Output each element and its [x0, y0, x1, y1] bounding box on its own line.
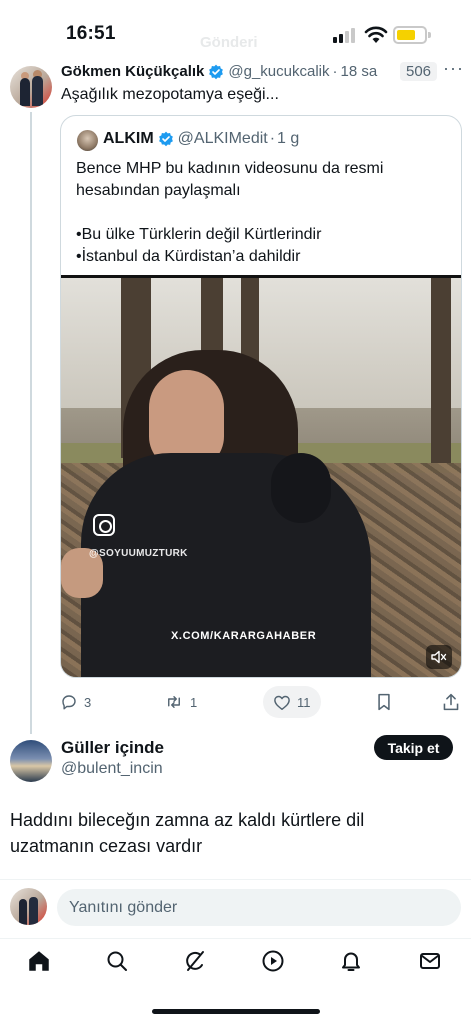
like-count: 11 — [297, 694, 311, 710]
tweet-actions: 3 1 11 — [60, 686, 465, 718]
signal-icon — [333, 27, 357, 43]
home-icon — [29, 951, 49, 971]
reply-text: Haddını bileceğın zamna az kaldı kürtler… — [10, 810, 365, 856]
wifi-icon — [364, 26, 388, 43]
reply-author-handle[interactable]: @bulent_incin — [61, 760, 163, 778]
notifications-icon — [342, 952, 360, 971]
quoted-tweet-header: ALKIM @ALKIMedit · 1 g — [103, 130, 299, 148]
messages-icon — [420, 953, 440, 969]
repost-count: 1 — [190, 694, 198, 710]
video-icon — [262, 950, 284, 972]
reply-compose-input[interactable] — [57, 889, 461, 926]
separator-dot: · — [332, 63, 338, 80]
video-watermark: @SOYUUMUZTURK — [89, 548, 188, 559]
battery-icon — [393, 26, 427, 44]
video-watermark: X.COM/KARARGAHABER — [171, 630, 317, 642]
repost-icon — [168, 696, 180, 708]
quoted-author-name: ALKIM — [103, 130, 154, 147]
instagram-icon — [93, 514, 115, 536]
like-icon — [274, 695, 290, 710]
nav-notifications[interactable] — [337, 947, 365, 975]
verified-badge-icon — [158, 131, 173, 147]
quoted-tweet-text: Bence MHP bu kadının videosunu da resmi … — [76, 158, 451, 268]
divider — [0, 879, 471, 880]
reply-icon — [62, 695, 76, 710]
verified-badge-icon — [209, 64, 224, 79]
grok-icon — [186, 951, 204, 971]
tweet-time: 18 sa — [340, 63, 378, 80]
nav-grok[interactable] — [181, 947, 209, 975]
faded-page-title: Gönderi — [200, 34, 258, 51]
bookmark-button[interactable] — [376, 686, 392, 718]
status-bar: 16:51 Gönderi — [0, 0, 471, 56]
status-time: 16:51 — [66, 23, 116, 44]
avatar[interactable] — [10, 740, 52, 782]
search-icon — [107, 951, 127, 971]
nav-video[interactable] — [259, 947, 287, 975]
nav-messages[interactable] — [416, 947, 444, 975]
reply-author-name[interactable]: Güller içinde — [61, 738, 164, 758]
quoted-text-bullet: •Bu ülke Türklerin değil Kürtlerindir — [76, 226, 322, 243]
bottom-nav — [0, 943, 471, 983]
like-button[interactable]: 11 — [263, 686, 321, 718]
follow-button[interactable]: Takip et — [374, 735, 453, 760]
separator-dot: · — [269, 130, 276, 147]
quoted-avatar — [77, 130, 98, 151]
avatar[interactable] — [10, 66, 52, 108]
quoted-tweet-time: 1 g — [277, 130, 300, 147]
author-name[interactable]: Gökmen Küçükçalık — [61, 63, 204, 80]
author-handle[interactable]: @g_kucukcalik — [228, 63, 329, 80]
home-indicator — [152, 1009, 320, 1014]
bookmark-icon — [378, 693, 390, 711]
tweet-header: Gökmen Küçükçalık @g_kucukcalik · 18 sa — [61, 63, 377, 80]
reply-button[interactable]: 3 — [60, 686, 91, 718]
quoted-text-bullet: •İstanbul da Kürdistan’a dahildir — [76, 248, 301, 265]
video-player[interactable]: @SOYUUMUZTURK X.COM/KARARGAHABER — [61, 275, 461, 677]
share-button[interactable] — [442, 686, 460, 718]
speaker-muted-icon — [431, 650, 447, 664]
nav-home[interactable] — [25, 947, 53, 975]
nav-search[interactable] — [103, 947, 131, 975]
reply-count: 3 — [84, 694, 92, 710]
repost-button[interactable]: 1 — [164, 686, 197, 718]
quoted-text-line: Bence MHP bu kadının videosunu da resmi … — [76, 160, 384, 199]
quoted-author-handle: @ALKIMedit — [177, 130, 268, 147]
tweet-text: Aşağılık mezopotamya eşeği... — [61, 86, 279, 103]
more-options-icon[interactable]: ··· — [443, 58, 464, 79]
thread-line — [30, 112, 32, 734]
avatar — [10, 888, 47, 925]
views-count: 506 — [400, 62, 438, 81]
share-icon — [443, 693, 459, 711]
quoted-tweet-card[interactable]: ALKIM @ALKIMedit · 1 g Bence MHP bu kadı… — [60, 115, 462, 678]
divider — [0, 938, 471, 939]
mute-button[interactable] — [426, 645, 452, 669]
